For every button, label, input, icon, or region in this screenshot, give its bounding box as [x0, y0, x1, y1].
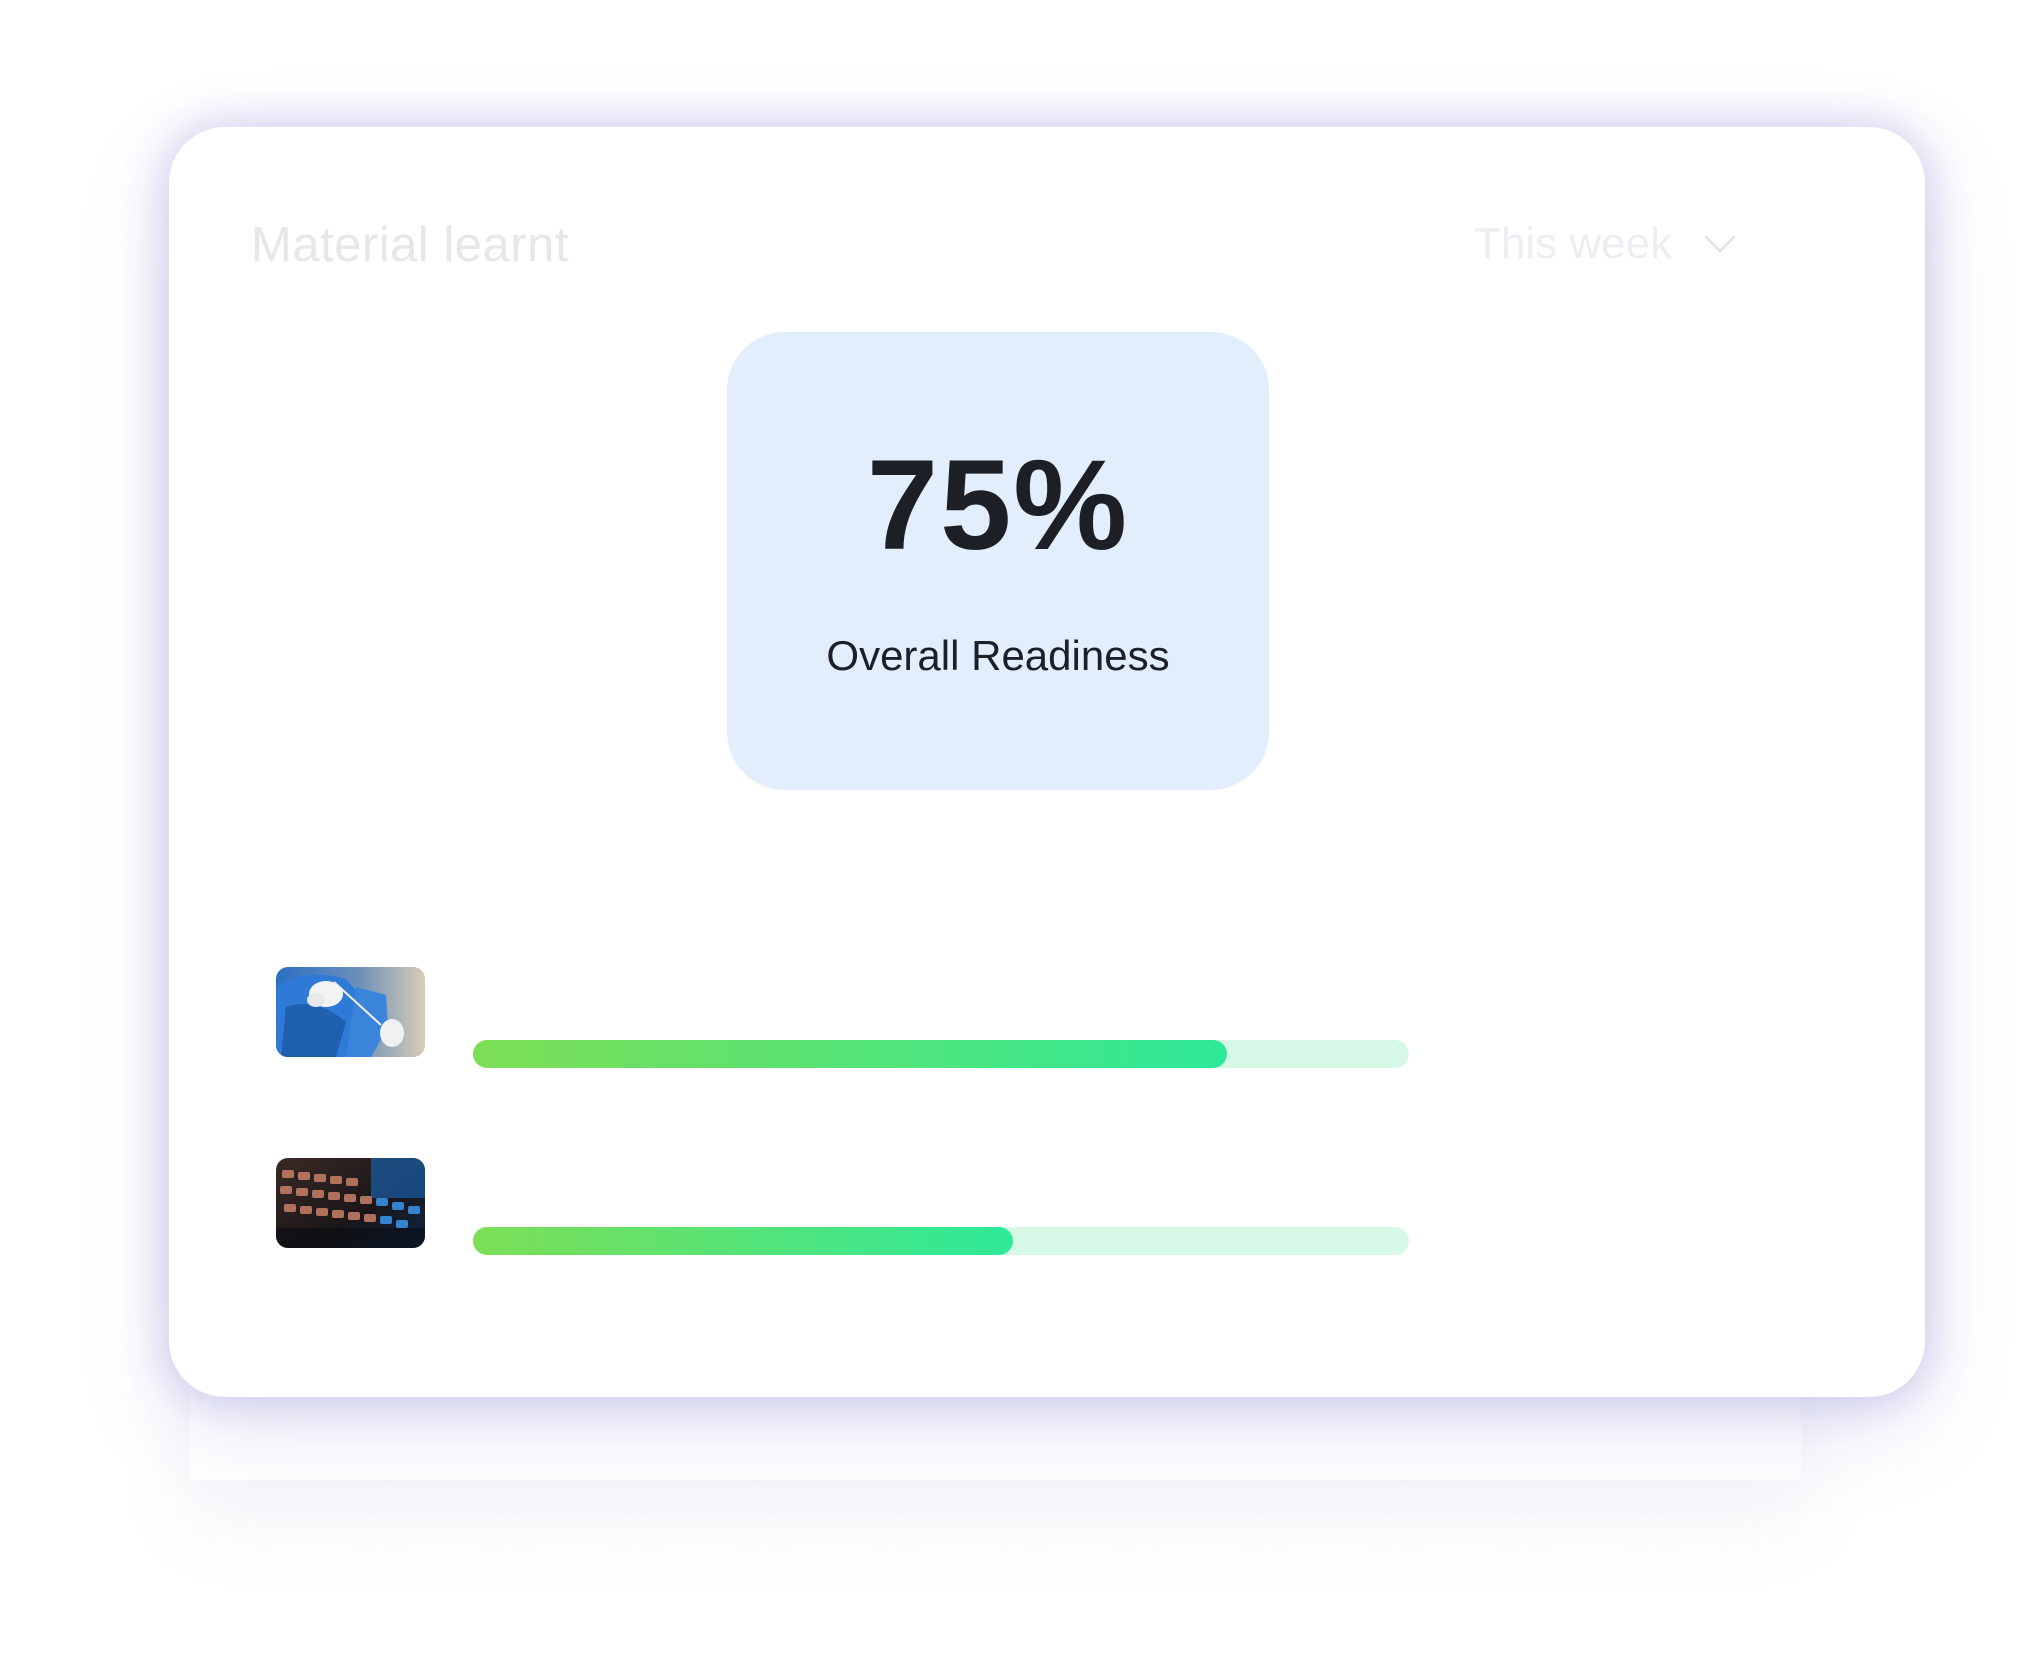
course-progress-fill: [473, 1040, 1228, 1068]
readiness-percentage: 75%: [866, 434, 1130, 577]
course-progress-track: [473, 1040, 1409, 1068]
card-title: Material learnt: [251, 218, 569, 272]
course-progress-fill: [473, 1227, 1014, 1255]
stage: Material learnt This week 75% Overall Re…: [0, 0, 2037, 1674]
period-dropdown[interactable]: This week: [1474, 219, 1738, 269]
keyboard-thumbnail: [276, 1158, 425, 1248]
course-progress-track: [473, 1227, 1409, 1255]
medical-ppe-image: [276, 967, 425, 1057]
readiness-label: Overall Readiness: [826, 632, 1170, 679]
course-row[interactable]: [276, 967, 1576, 1068]
period-selected-value: This week: [1474, 219, 1673, 268]
medical-ppe-thumbnail: [276, 967, 425, 1057]
keyboard-image: [276, 1158, 425, 1248]
chevron-down-icon: [1702, 226, 1738, 262]
course-row[interactable]: [276, 1158, 1576, 1255]
material-learnt-card: Material learnt This week 75% Overall Re…: [169, 127, 1925, 1397]
overall-readiness-panel: 75% Overall Readiness: [727, 332, 1269, 790]
